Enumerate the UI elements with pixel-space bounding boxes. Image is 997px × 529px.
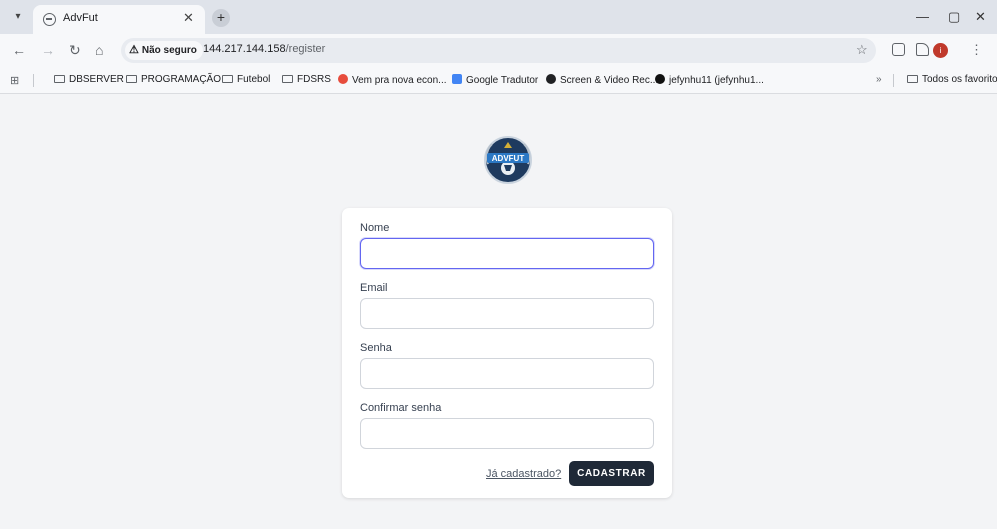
bookmark-fdsrs[interactable]: FDSRS [282,74,331,85]
window-close-icon[interactable]: ✕ [975,9,986,25]
security-chip[interactable]: ⚠ Não seguro [125,41,203,60]
tab-title: AdvFut [63,12,98,24]
address-bar[interactable]: ⚠ Não seguro 144.217.144.158/register [121,38,876,63]
bookmark-separator [893,74,894,87]
browser-toolbar: ← → ↻ ⌂ ⚠ Não seguro 144.217.144.158/regi… [0,34,997,67]
translate-icon [452,74,462,84]
confirm-password-input[interactable] [360,418,654,449]
bookmark-star-icon[interactable]: ☆ [856,42,868,58]
restore-icon[interactable]: ▢ [948,9,960,25]
already-registered-link[interactable]: Já cadastrado? [486,468,561,480]
password-input[interactable] [360,358,654,389]
bookmark-vem-pra-nova-econ[interactable]: Vem pra nova econ... [338,74,447,86]
tab-search-chevron-icon[interactable]: ▾ [10,9,26,25]
puzzle-extensions-icon[interactable] [916,43,929,56]
forward-arrow-icon[interactable]: → [41,42,55,58]
bookmark-all-favorites[interactable]: Todos os favoritos [907,74,997,85]
bookmark-programacao[interactable]: PROGRAMAÇÃO [126,74,221,85]
url-host: 144.217.144.158 [203,43,286,55]
bookmark-google-tradutor[interactable]: Google Tradutor [452,74,538,86]
bookmark-dbserver[interactable]: DBSERVER [54,74,124,85]
bookmarks-bar: ⊞ DBSERVER PROGRAMAÇÃO Futebol FDSRS Vem… [0,67,997,94]
name-input[interactable] [360,238,654,269]
bookmark-label: Futebol [237,74,271,85]
url-path: /register [285,43,326,55]
logo-text: ADVFUT [492,154,525,163]
confirm-password-label: Confirmar senha [360,402,442,414]
bookmark-label: DBSERVER [69,74,124,85]
browser-tab-strip: ▾ AdvFut ✕ + — ▢ ✕ [0,0,997,34]
browser-tab-advfut[interactable]: AdvFut ✕ [33,5,205,34]
tab-close-icon[interactable]: ✕ [183,10,194,26]
folder-icon [54,75,65,83]
bookmark-label: jefynhu11 (jefynhu1... [669,75,764,86]
name-label: Nome [360,222,390,234]
bookmark-futebol[interactable]: Futebol [222,74,270,85]
bookmark-github-jefynhu11[interactable]: jefynhu11 (jefynhu1... [655,74,764,86]
reload-icon[interactable]: ↻ [69,42,81,59]
advfut-logo[interactable]: ADVFUT [482,134,534,186]
bookmark-label: Todos os favoritos [922,74,997,85]
bookmark-label: Screen & Video Rec... [560,75,659,86]
bookmark-label: Vem pra nova econ... [352,75,447,86]
register-card: Nome Email Senha Confirmar senha Já cada… [342,208,672,498]
bookmark-label: Google Tradutor [466,75,539,86]
folder-icon [222,75,233,83]
back-arrow-icon[interactable]: ← [12,42,26,58]
folder-icon [907,75,918,83]
bookmark-separator [33,74,34,87]
email-input[interactable] [360,298,654,329]
new-tab-button[interactable]: + [212,9,230,27]
red-circle-icon [338,74,348,84]
folder-icon [126,75,137,83]
register-button[interactable]: CADASTRAR [569,461,654,486]
record-icon [546,74,556,84]
globe-icon [43,13,56,26]
bookmark-label: PROGRAMAÇÃO [141,74,222,85]
security-label: Não seguro [141,45,197,56]
bookmark-label: FDSRS [297,74,331,85]
email-label: Email [360,282,388,294]
profile-avatar[interactable]: i [933,43,948,58]
extension-icon[interactable] [892,43,905,56]
apps-grid-icon[interactable]: ⊞ [10,74,19,87]
bookmarks-overflow-button[interactable]: » [876,74,882,85]
folder-icon [282,75,293,83]
bookmark-screen-video-rec[interactable]: Screen & Video Rec... [546,74,658,86]
password-label: Senha [360,342,392,354]
more-menu-icon[interactable]: ⋮ [970,42,983,58]
github-icon [655,74,665,84]
url-text: 144.217.144.158/register [203,43,325,55]
warning-triangle-icon: ⚠ [129,44,139,56]
home-icon[interactable]: ⌂ [95,42,103,58]
minimize-icon[interactable]: — [916,9,929,24]
